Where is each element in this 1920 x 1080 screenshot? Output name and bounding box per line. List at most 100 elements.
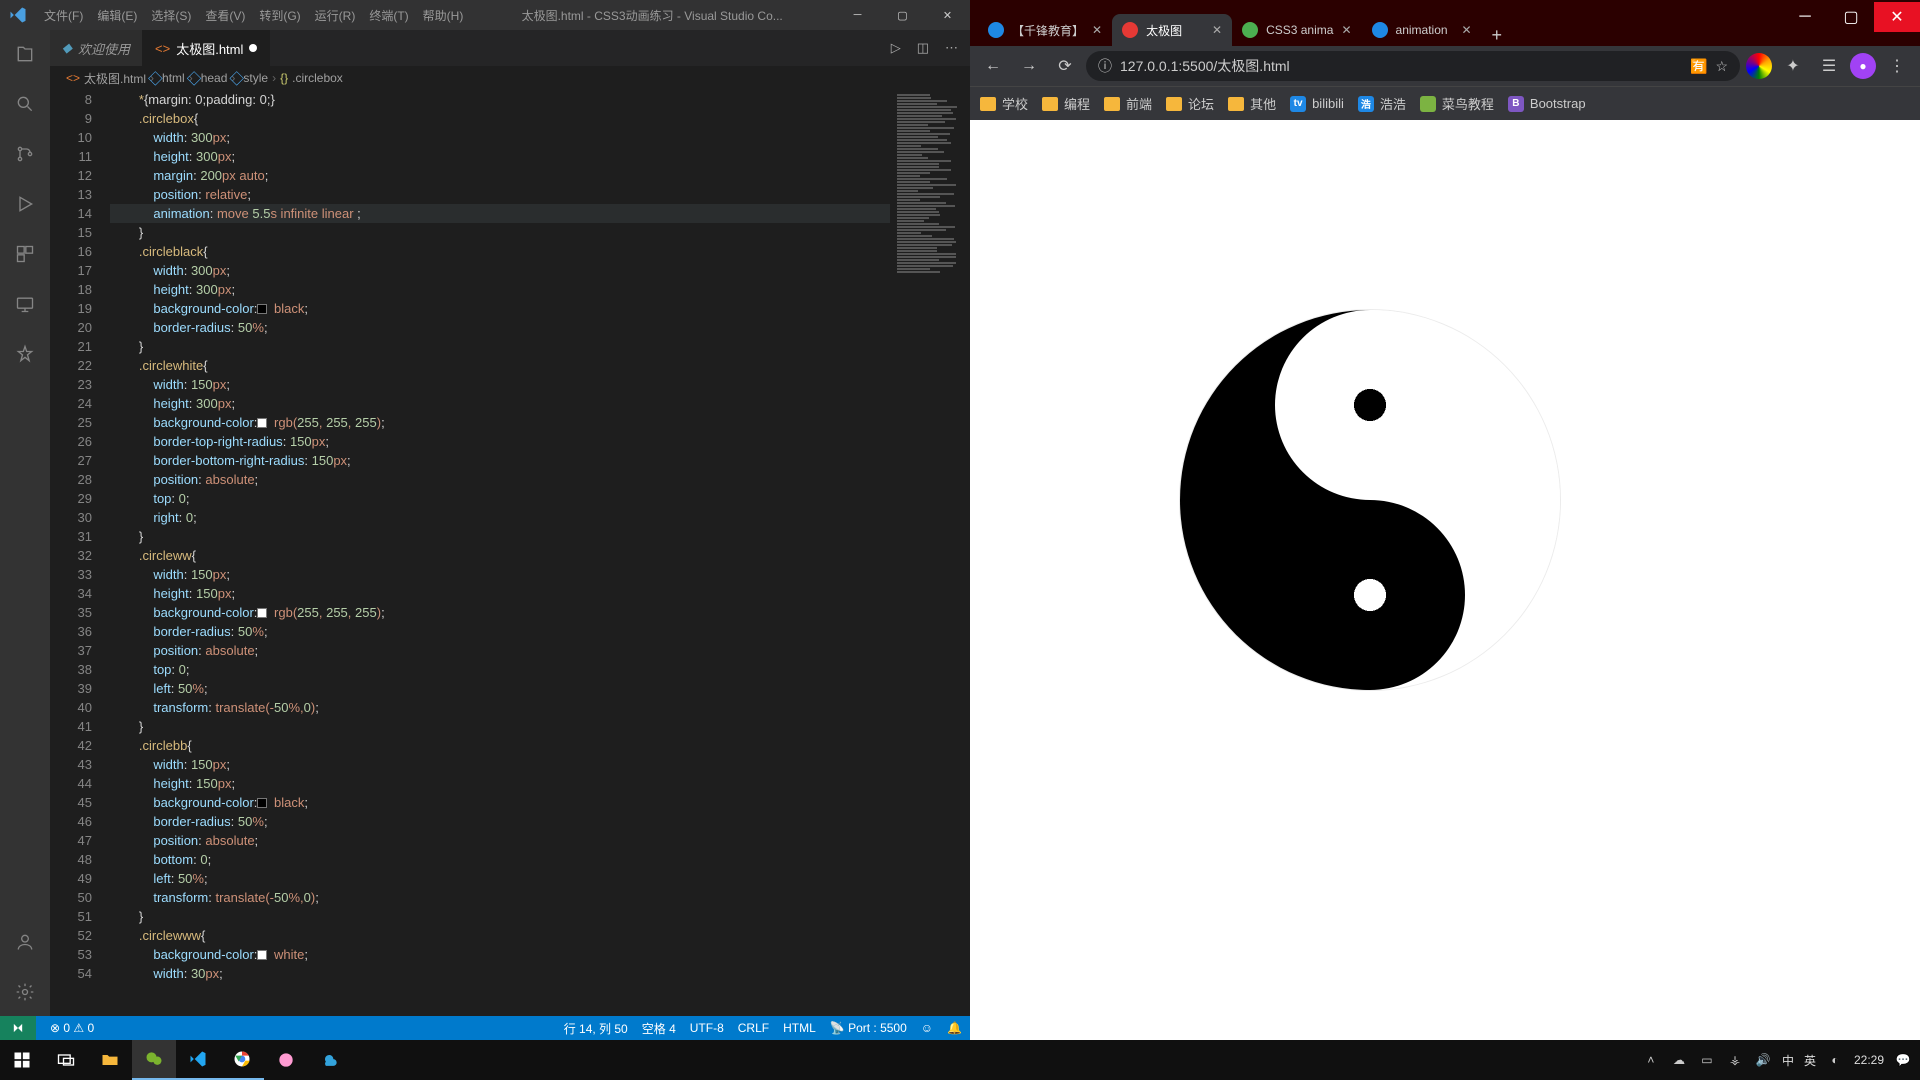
bookmark-item[interactable]: 学校 [980,94,1028,113]
search-icon[interactable] [11,90,39,118]
browser-tab[interactable]: animation✕ [1362,14,1482,46]
eol-indicator[interactable]: CRLF [738,1021,769,1035]
split-editor-icon[interactable]: ◫ [917,40,929,56]
breadcrumb-item[interactable]: ⃟ head [197,71,228,86]
vscode-window: 文件(F)编辑(E)选择(S)查看(V)转到(G)运行(R)终端(T)帮助(H)… [0,0,970,1040]
menu-item[interactable]: 文件(F) [38,4,89,27]
bookmark-item[interactable]: 论坛 [1166,94,1214,113]
reading-list-icon[interactable]: ☰ [1814,51,1844,81]
file-explorer-icon[interactable] [88,1040,132,1080]
live-server-icon[interactable] [11,290,39,318]
indent-indicator[interactable]: 空格 4 [642,1020,676,1037]
new-tab-button[interactable]: + [1482,25,1513,46]
window-maximize-button[interactable]: ▢ [880,0,925,30]
breadcrumb-item[interactable]: {} .circlebox [280,71,343,85]
battery-icon[interactable]: ▭ [1698,1051,1716,1069]
browser-tab[interactable]: 太极图✕ [1112,14,1232,46]
source-control-icon[interactable] [11,140,39,168]
onedrive-icon[interactable]: ☁ [1670,1051,1688,1069]
breadcrumbs[interactable]: <> 太极图.html›⃟ html›⃟ head›⃟ style›{} .ci… [50,66,970,90]
ime-indicator[interactable]: 中 [1782,1052,1794,1069]
close-tab-icon[interactable]: ✕ [1092,23,1102,37]
action-center-icon[interactable]: 💬 [1894,1051,1912,1069]
bookmark-item[interactable]: tvbilibili [1290,96,1344,112]
vscode-titlebar[interactable]: 文件(F)编辑(E)选择(S)查看(V)转到(G)运行(R)终端(T)帮助(H)… [0,0,970,30]
explorer-icon[interactable] [11,40,39,68]
editor-tab-welcome[interactable]: ◆ 欢迎使用 [50,30,143,66]
live-server-port[interactable]: 📡 Port : 5500 [830,1021,907,1035]
bookmark-item[interactable]: 编程 [1042,94,1090,113]
app-icon[interactable] [264,1040,308,1080]
bookmark-icon[interactable] [11,340,39,368]
browser-tab[interactable]: CSS3 anima✕ [1232,14,1361,46]
browser-tab[interactable]: 【千锋教育】✕ [978,14,1112,46]
cursor-position[interactable]: 行 14, 列 50 [564,1020,628,1037]
close-tab-icon[interactable]: ✕ [1461,23,1471,37]
minimap[interactable] [890,90,970,1016]
address-bar[interactable]: ⓘ 127.0.0.1:5500/太极图.html 🈶 ☆ [1086,51,1740,81]
menu-item[interactable]: 终端(T) [363,4,414,27]
baidu-netdisk-icon[interactable] [308,1040,352,1080]
run-icon[interactable]: ▷ [891,40,901,56]
language-indicator[interactable]: HTML [783,1021,816,1035]
editor-tab-file[interactable]: <> 太极图.html [143,30,270,66]
breadcrumb-item[interactable]: ⃟ html [158,71,185,86]
settings-gear-icon[interactable] [11,978,39,1006]
breadcrumb-item[interactable]: <> 太极图.html [66,70,146,87]
site-info-icon[interactable]: ⓘ [1098,56,1112,76]
feedback-icon[interactable]: ☺ [921,1021,933,1035]
window-maximize-button[interactable]: ▢ [1828,2,1874,32]
bookmark-item[interactable]: 其他 [1228,94,1276,113]
profile-avatar[interactable]: ● [1850,53,1876,79]
code-content[interactable]: *{margin: 0;padding: 0;} .circlebox{ wid… [110,90,890,1016]
bookmark-item[interactable]: BBootstrap [1508,96,1586,112]
notifications-icon[interactable]: 🔔 [947,1021,962,1035]
remote-indicator[interactable] [0,1016,36,1040]
window-minimize-button[interactable]: ─ [835,0,880,30]
menu-item[interactable]: 编辑(E) [91,4,143,27]
window-close-button[interactable]: ✕ [925,0,970,30]
run-debug-icon[interactable] [11,190,39,218]
window-minimize-button[interactable]: ─ [1782,2,1828,32]
menu-item[interactable]: 转到(G) [253,4,306,27]
clock[interactable]: 22:29 [1854,1053,1884,1067]
tray-expand-icon[interactable]: ˄ [1642,1051,1660,1069]
extension-icon[interactable] [1746,53,1772,79]
ime-mode[interactable]: 英 [1804,1052,1816,1069]
more-actions-icon[interactable]: ⋯ [945,40,958,56]
chrome-titlebar[interactable] [970,0,1920,10]
bookmark-star-icon[interactable]: ☆ [1715,58,1728,75]
wechat-icon[interactable] [132,1040,176,1080]
tray-app-icon[interactable]: ◐ [1826,1051,1844,1069]
encoding-indicator[interactable]: UTF-8 [690,1021,724,1035]
menu-item[interactable]: 查看(V) [199,4,251,27]
reload-button[interactable]: ⟳ [1050,51,1080,81]
chrome-taskbar-icon[interactable] [220,1040,264,1080]
accounts-icon[interactable] [11,928,39,956]
menu-item[interactable]: 运行(R) [309,4,362,27]
bookmark-item[interactable]: 前端 [1104,94,1152,113]
menu-item[interactable]: 帮助(H) [417,4,470,27]
site-icon: tv [1290,96,1306,112]
menu-item[interactable]: 选择(S) [145,4,197,27]
translate-icon[interactable]: 🈶 [1690,58,1707,75]
code-editor[interactable]: 8910111213141516171819202122232425262728… [50,90,970,1016]
back-button[interactable]: ← [978,51,1008,81]
problems-button[interactable]: ⊗ 0 ⚠ 0 [50,1021,94,1035]
window-close-button[interactable]: ✕ [1874,2,1920,32]
volume-icon[interactable]: 🔊 [1754,1051,1772,1069]
bookmark-item[interactable]: 浩浩浩 [1358,94,1406,113]
vscode-taskbar-icon[interactable] [176,1040,220,1080]
chrome-window: 【千锋教育】✕太极图✕CSS3 anima✕animation✕+ ─ ▢ ✕ … [970,0,1920,1040]
task-view-button[interactable] [44,1040,88,1080]
wifi-icon[interactable]: ⚶ [1726,1051,1744,1069]
chrome-menu-icon[interactable]: ⋮ [1882,51,1912,81]
close-tab-icon[interactable]: ✕ [1341,23,1351,37]
forward-button[interactable]: → [1014,51,1044,81]
breadcrumb-item[interactable]: ⃟ style [239,71,268,86]
extensions-puzzle-icon[interactable]: ✦ [1778,51,1808,81]
bookmark-item[interactable]: 菜鸟教程 [1420,94,1494,113]
extensions-icon[interactable] [11,240,39,268]
close-tab-icon[interactable]: ✕ [1212,23,1222,37]
start-button[interactable] [0,1040,44,1080]
